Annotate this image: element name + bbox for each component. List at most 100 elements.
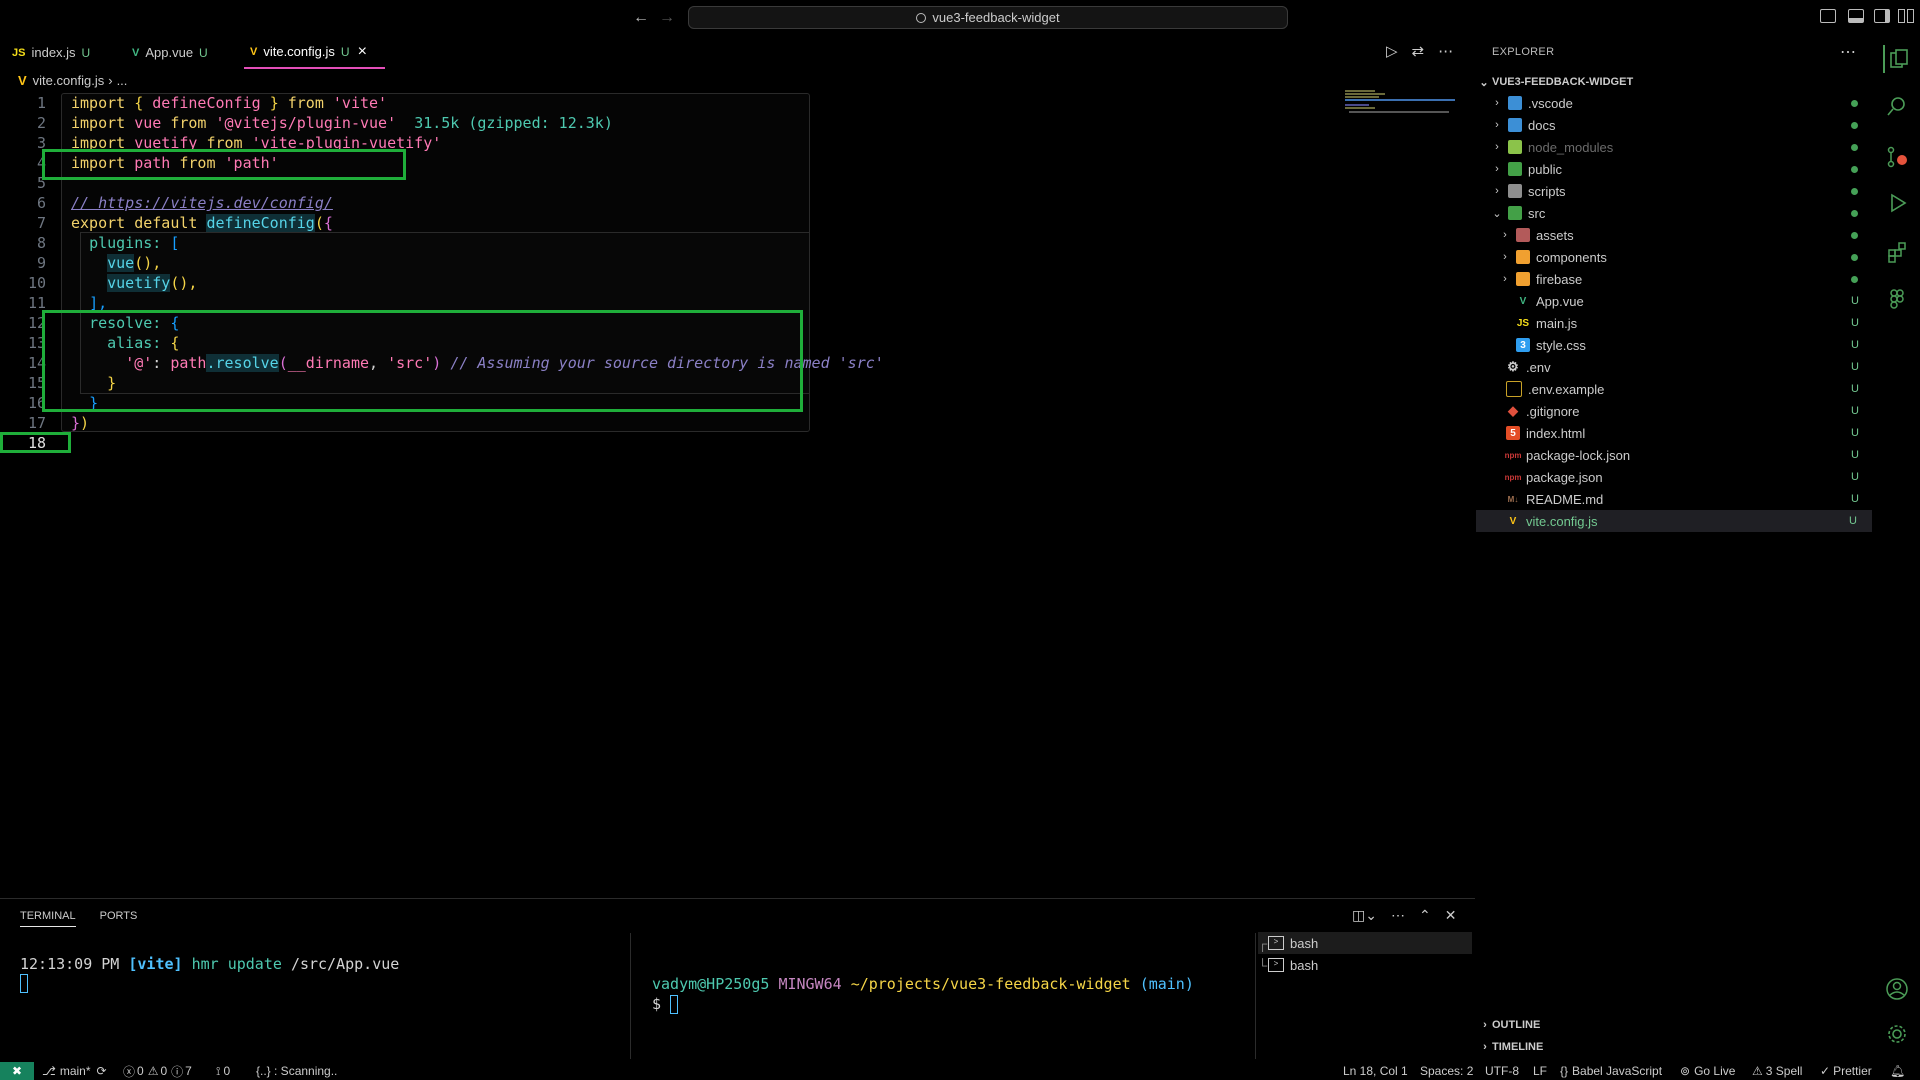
figma-icon[interactable]	[1883, 285, 1911, 313]
line-number: 1	[36, 94, 46, 112]
tree-item-scripts[interactable]: › scripts	[1476, 180, 1874, 202]
terminal-prompt-right[interactable]: vadym@HP250g5 MINGW64 ~/projects/vue3-fe…	[652, 974, 1194, 994]
line-number: 8	[36, 234, 46, 252]
terminal-icon: >	[1268, 958, 1284, 972]
breadcrumb-file[interactable]: vite.config.js	[33, 73, 105, 88]
chevron-right-icon: ›	[1495, 141, 1499, 153]
terminal-output-left[interactable]: 12:13:09 PM [vite] hmr update /src/App.v…	[20, 954, 399, 974]
code-line-9: vue(),	[107, 254, 162, 272]
git-status-dot	[1851, 121, 1858, 129]
warning-icon: ⚠	[147, 1064, 159, 1078]
tree-item-main-js[interactable]: JS main.js U	[1476, 312, 1874, 334]
tab-terminal[interactable]: TERMINAL	[20, 910, 76, 927]
tree-item-package-lock-json[interactable]: npm package-lock.json U	[1476, 444, 1874, 466]
explorer-title: EXPLORER	[1492, 46, 1555, 58]
tree-item-docs[interactable]: › docs	[1476, 114, 1874, 136]
source-control-icon[interactable]	[1883, 143, 1911, 171]
customize-layout-icon[interactable]	[1898, 9, 1914, 23]
terminal-session-item[interactable]: └ > bash	[1258, 954, 1472, 976]
explorer-files-icon[interactable]	[1883, 45, 1913, 73]
more-actions-icon[interactable]: ⋯	[1438, 42, 1453, 60]
terminal-split-divider[interactable]	[630, 933, 631, 1059]
code-line-1: import { defineConfig } from 'vite'	[71, 94, 388, 112]
folder-icon	[1516, 272, 1530, 286]
toggle-secondary-sidebar-icon[interactable]	[1874, 9, 1890, 23]
toggle-panel-icon[interactable]	[1848, 9, 1864, 23]
chevron-down-icon: ⌄	[1492, 207, 1502, 220]
explorer-root-folder[interactable]: ⌄ VUE3-FEEDBACK-WIDGET	[1476, 73, 1633, 91]
minimap[interactable]	[1343, 88, 1463, 128]
line-number: 10	[27, 274, 46, 292]
gear-file-icon: ⚙	[1507, 359, 1519, 374]
tree-item-env-example[interactable]: .env.example U	[1476, 378, 1874, 400]
line-number: 13	[27, 334, 46, 352]
tree-item-index-html[interactable]: 5 index.html U	[1476, 422, 1874, 444]
problems-status[interactable]: ⓧ 0 ⚠ 0 ⓘ 7	[123, 1062, 192, 1080]
line-number: 5	[36, 174, 46, 192]
indentation[interactable]: Spaces: 2	[1420, 1062, 1473, 1080]
tree-item-vscode[interactable]: › .vscode	[1476, 92, 1874, 114]
highlight-box-line-18	[0, 432, 71, 453]
compare-changes-icon[interactable]: ⇄	[1412, 42, 1425, 60]
maximize-panel-icon[interactable]: ⌃	[1419, 907, 1431, 924]
explorer-more-icon[interactable]: ⋯	[1840, 42, 1856, 62]
tree-item-env[interactable]: ⚙ .env U	[1476, 356, 1874, 378]
tab-index-js[interactable]: JS index.js U	[12, 36, 102, 69]
command-center-search[interactable]: vue3-feedback-widget	[688, 6, 1288, 29]
scanning-status[interactable]: {..} : Scanning..	[256, 1062, 337, 1080]
more-actions-icon[interactable]: ⋯	[1391, 907, 1405, 924]
run-debug-icon[interactable]	[1883, 189, 1911, 217]
tree-item-assets[interactable]: › assets	[1476, 224, 1874, 246]
terminal-session-item[interactable]: ┌ > bash	[1258, 932, 1472, 954]
toggle-primary-sidebar-icon[interactable]	[1820, 9, 1836, 23]
line-number: 17	[27, 414, 46, 432]
markdown-file-icon: M↓	[1507, 494, 1519, 504]
extensions-icon[interactable]	[1883, 238, 1911, 266]
tree-item-package-json[interactable]: npm package.json U	[1476, 466, 1874, 488]
end-of-line[interactable]: LF	[1533, 1062, 1547, 1080]
tree-item-gitignore[interactable]: ◆ .gitignore U	[1476, 400, 1874, 422]
highlight-box-resolve-alias	[42, 310, 803, 412]
tree-item-components[interactable]: › components	[1476, 246, 1874, 268]
settings-gear-icon[interactable]	[1883, 1020, 1911, 1048]
tree-item-firebase[interactable]: › firebase	[1476, 268, 1874, 290]
git-branch-status[interactable]: ⎇ main* ⟳	[42, 1062, 107, 1080]
tree-item-vite-config-js[interactable]: V vite.config.js U	[1476, 510, 1872, 532]
tree-item-node-modules[interactable]: › node_modules	[1476, 136, 1874, 158]
tab-ports[interactable]: PORTS	[100, 910, 138, 927]
split-terminal-icon[interactable]: ◫⌄	[1352, 907, 1377, 924]
run-icon[interactable]: ▷	[1386, 42, 1398, 60]
go-live-button[interactable]: ⊚ Go Live	[1680, 1062, 1735, 1080]
remote-indicator[interactable]: ✖	[0, 1062, 34, 1080]
back-arrow-icon[interactable]: ←	[632, 8, 650, 28]
tab-vite-config-js[interactable]: V vite.config.js U ×	[244, 36, 385, 69]
import-cost: 31.5k (gzipped: 12.3k)	[414, 114, 613, 132]
tree-item-src[interactable]: ⌄ src	[1476, 202, 1874, 224]
account-icon[interactable]	[1883, 975, 1911, 1003]
tab-app-vue[interactable]: V App.vue U	[132, 36, 222, 69]
close-tab-icon[interactable]: ×	[358, 43, 367, 61]
cursor-position[interactable]: Ln 18, Col 1	[1343, 1062, 1408, 1080]
tab-status: U	[340, 44, 350, 59]
prettier-status[interactable]: ✓ Prettier	[1820, 1062, 1872, 1080]
code-line-6: // https://vitejs.dev/config/	[71, 194, 333, 212]
encoding[interactable]: UTF-8	[1485, 1062, 1519, 1080]
tree-item-style-css[interactable]: 3 style.css U	[1476, 334, 1874, 356]
tree-item-public[interactable]: › public	[1476, 158, 1874, 180]
chevron-right-icon: ›	[1483, 1019, 1487, 1031]
search-icon[interactable]	[1883, 92, 1911, 120]
forward-arrow-icon[interactable]: →	[658, 8, 676, 28]
terminal-input-line[interactable]: $	[652, 994, 679, 1014]
timeline-section-header[interactable]: › TIMELINE	[1478, 1038, 1543, 1056]
tree-item-readme-md[interactable]: M↓ README.md U	[1476, 488, 1874, 510]
notifications-bell-icon[interactable]: 🔔︎	[1890, 1062, 1905, 1080]
breadcrumb-symbol[interactable]: ...	[117, 73, 128, 88]
spell-check-status[interactable]: ⚠ 3 Spell	[1752, 1062, 1802, 1080]
outline-section-header[interactable]: › OUTLINE	[1478, 1016, 1540, 1034]
ports-status[interactable]: ⟟ 0	[216, 1062, 230, 1080]
close-panel-icon[interactable]: ✕	[1445, 907, 1457, 924]
chevron-down-icon: ⌄	[1479, 76, 1489, 89]
tree-item-app-vue[interactable]: V App.vue U	[1476, 290, 1874, 312]
line-number: 11	[27, 294, 46, 312]
language-mode[interactable]: {} Babel JavaScript	[1560, 1062, 1662, 1080]
